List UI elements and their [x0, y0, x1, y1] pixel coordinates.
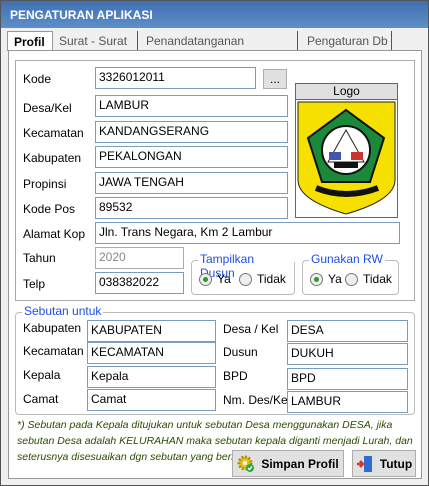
propinsi-label: Propinsi [23, 177, 67, 191]
kodepos-input[interactable]: 89532 [95, 197, 288, 219]
sebutan-camat-label: Camat [23, 392, 59, 406]
tab-bar: Profil Surat - Surat Penandatanganan Dok… [7, 31, 422, 62]
browse-button[interactable]: ... [263, 69, 287, 89]
alamat-input[interactable]: Jln. Trans Negara, Km 2 Lambur [95, 222, 400, 244]
kabupaten-input[interactable]: PEKALONGAN [95, 146, 288, 168]
tutup-button[interactable]: Tutup [352, 450, 416, 477]
sebutan-nmdes-input[interactable]: LAMBUR [287, 391, 408, 413]
dusun-tidak-radio[interactable]: Tidak [239, 272, 286, 286]
sebutan-kabupaten-label: Kabupaten [23, 321, 82, 335]
radio-unchecked-icon [239, 272, 252, 286]
gunakan-rw-caption: Gunakan RW [309, 252, 385, 266]
sebutan-camat-input[interactable]: Camat [87, 389, 216, 411]
tab-profil[interactable]: Profil [7, 31, 53, 51]
sebutan-dusun-input[interactable]: DUKUH [287, 343, 408, 365]
simpan-profil-button[interactable]: Simpan Profil [232, 450, 344, 477]
dusun-ya-radio[interactable]: Ya [199, 272, 231, 286]
rw-tidak-radio[interactable]: Tidak [345, 272, 392, 286]
sebutan-dusun-label: Dusun [223, 345, 258, 359]
sebutan-bpd-label: BPD [223, 369, 248, 383]
sebutan-desa-label: Desa / Kel [223, 322, 279, 336]
radio-checked-icon [199, 272, 212, 286]
sebutan-bpd-input[interactable]: BPD [287, 368, 408, 390]
tahun-input[interactable]: 2020 [95, 247, 184, 269]
sebutan-kecamatan-label: Kecamatan [23, 344, 84, 358]
kabupaten-label: Kabupaten [23, 151, 82, 165]
sebutan-kepala-label: Kepala [23, 368, 61, 382]
alamat-label: Alamat Kop [23, 227, 86, 241]
sebutan-caption: Sebutan untuk [22, 304, 104, 318]
radio-label: Tidak [257, 272, 286, 286]
gear-check-icon [237, 455, 255, 472]
sebutan-kabupaten-input[interactable]: KABUPATEN [87, 320, 216, 342]
simpan-profil-label: Simpan Profil [261, 456, 339, 471]
kecamatan-label: Kecamatan [23, 126, 84, 140]
exit-door-icon [356, 455, 372, 472]
tahun-label: Tahun [23, 251, 56, 265]
logo-caption: Logo [296, 84, 397, 100]
radio-checked-icon [310, 272, 323, 286]
tab-pengaturan-db[interactable]: Pengaturan Db [307, 31, 392, 50]
radio-label: Tidak [363, 272, 392, 286]
telp-label: Telp [23, 277, 46, 291]
radio-label: Ya [217, 272, 231, 286]
settings-window: PENGATURAN APLIKASI Profil Surat - Surat… [0, 0, 429, 486]
kecamatan-input[interactable]: KANDANGSERANG [95, 121, 288, 143]
logo-emblem-image [297, 101, 396, 215]
tampilkan-dusun-group: Tampilkan Dusun Ya Tidak [191, 252, 295, 295]
sebutan-desa-input[interactable]: DESA [287, 320, 408, 342]
tab-surat[interactable]: Surat - Surat [59, 31, 138, 50]
sebutan-kecamatan-input[interactable]: KECAMATAN [87, 342, 216, 364]
window-title: PENGATURAN APLIKASI [1, 1, 428, 28]
sebutan-nmdes-label: Nm. Des/Kel [223, 393, 291, 407]
rw-ya-radio[interactable]: Ya [310, 272, 342, 286]
telp-input[interactable]: 038382022 [95, 272, 184, 294]
kodepos-label: Kode Pos [23, 202, 76, 216]
tab-penandatanganan[interactable]: Penandatanganan Dokumen [146, 31, 298, 62]
desa-input[interactable]: LAMBUR [95, 95, 288, 117]
desa-label: Desa/Kel [23, 101, 72, 115]
sebutan-kepala-input[interactable]: Kepala [87, 366, 216, 388]
kode-input[interactable]: 3326012011 [95, 67, 256, 89]
kode-label: Kode [23, 72, 52, 86]
radio-unchecked-icon [345, 272, 358, 286]
logo-box[interactable]: Logo [295, 83, 398, 218]
gunakan-rw-group: Gunakan RW Ya Tidak [302, 252, 399, 295]
propinsi-input[interactable]: JAWA TENGAH [95, 172, 288, 194]
radio-label: Ya [328, 272, 342, 286]
tutup-label: Tutup [379, 456, 413, 471]
